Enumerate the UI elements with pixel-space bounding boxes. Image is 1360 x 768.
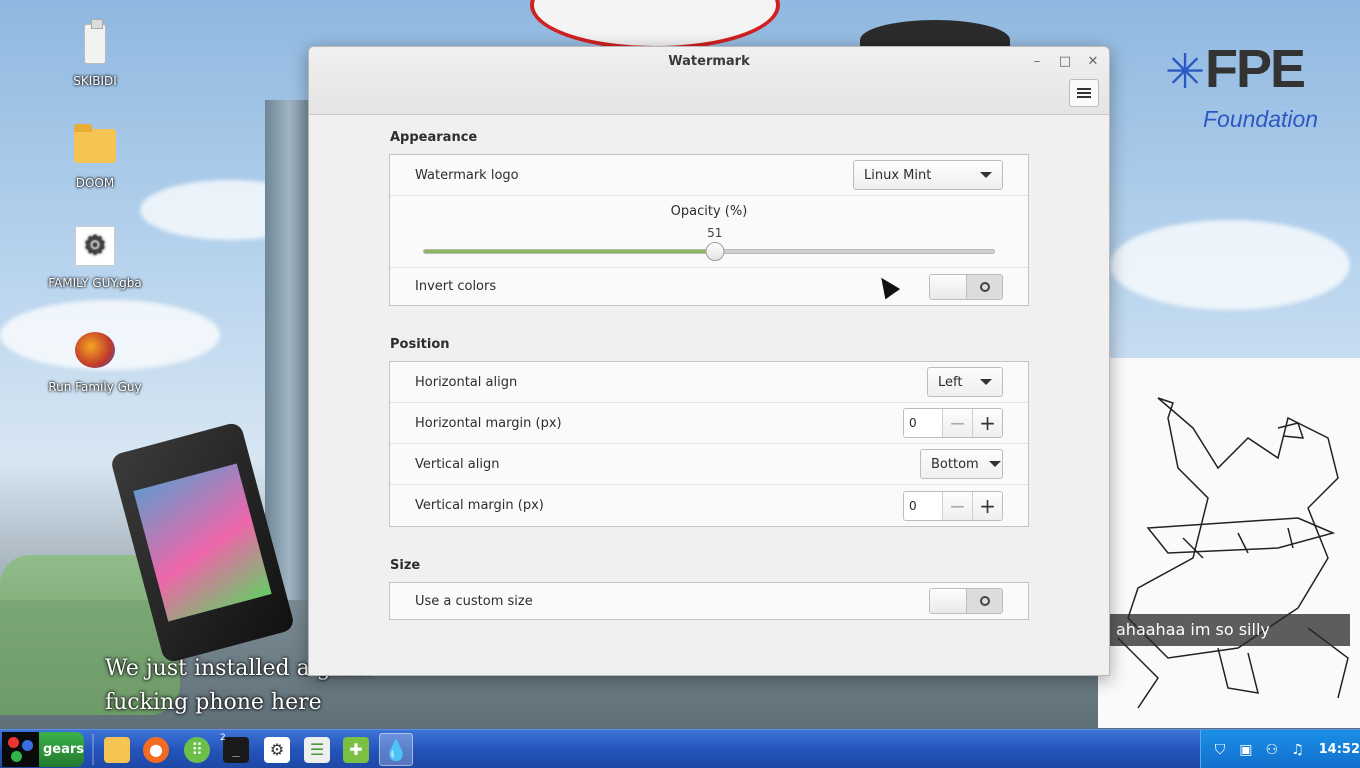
section-title-appearance: Appearance	[390, 130, 478, 145]
horizontal-margin-input[interactable]	[904, 409, 942, 437]
puzzle-icon: ✚	[343, 736, 369, 763]
opacity-slider[interactable]	[423, 242, 995, 261]
settings-gear-icon: ⚙	[73, 224, 117, 268]
horizontal-margin-label: Horizontal margin (px)	[415, 415, 562, 431]
row-horizontal-margin: Horizontal margin (px) − +	[390, 403, 1028, 444]
toggle-settings-icon: ☰	[304, 736, 330, 763]
taskbar-firefox[interactable]: ●	[139, 733, 173, 766]
plus-icon: +	[979, 411, 996, 435]
close-button[interactable]: ✕	[1083, 53, 1103, 71]
desktop-icon-skibidi[interactable]: SKIBIDI	[45, 19, 145, 88]
fpe-star-icon: ✳	[1165, 44, 1206, 100]
maximize-button[interactable]: □	[1055, 53, 1075, 71]
taskbar-terminal[interactable]: _ 2	[219, 733, 253, 766]
horizontal-margin-stepper: − +	[903, 408, 1003, 438]
caption-bar: ahaahaa im so silly	[1110, 614, 1350, 646]
family-guy-icon	[73, 328, 117, 372]
vertical-margin-increment-button[interactable]: +	[972, 491, 1002, 520]
row-custom-size: Use a custom size	[390, 583, 1028, 619]
chevron-down-icon	[980, 379, 992, 385]
horizontal-align-label: Horizontal align	[415, 374, 518, 390]
appearance-frame: Watermark logo Linux Mint Opacity (%) 51…	[389, 154, 1029, 306]
opacity-value: 51	[707, 226, 723, 240]
clipboard-icon[interactable]: ▣	[1235, 739, 1257, 761]
minus-icon: −	[949, 493, 966, 518]
window-title: Watermark	[668, 54, 750, 69]
clock[interactable]: 14:52	[1319, 742, 1360, 757]
hamburger-menu-button[interactable]	[1069, 79, 1099, 107]
minus-icon: −	[949, 411, 966, 435]
wallpaper-red-circle	[530, 0, 780, 50]
start-menu-button[interactable]: gears	[2, 732, 84, 767]
usb-drive-icon	[73, 19, 117, 66]
vertical-align-label: Vertical align	[415, 456, 500, 472]
chevron-down-icon	[988, 461, 1001, 467]
row-horizontal-align: Horizontal align Left	[390, 362, 1028, 403]
vertical-margin-stepper: − +	[903, 490, 1003, 521]
taskbar-extensions[interactable]: ✚	[339, 733, 373, 766]
custom-size-label: Use a custom size	[415, 593, 533, 609]
firefox-icon: ●	[143, 736, 169, 763]
section-title-size: Size	[390, 558, 421, 573]
terminal-badge: 2	[220, 733, 226, 743]
cloud	[1110, 220, 1350, 310]
settings-content: Appearance Watermark logo Linux Mint Opa…	[389, 115, 1029, 620]
opacity-slider-handle[interactable]	[705, 242, 725, 261]
opacity-slider-fill	[424, 250, 715, 253]
vertical-align-dropdown[interactable]: Bottom	[920, 449, 1003, 479]
horizontal-margin-increment-button[interactable]: +	[972, 409, 1002, 437]
hamburger-icon	[1077, 88, 1091, 98]
apps-grid-icon: ⠿	[184, 736, 210, 763]
off-ring-icon	[979, 596, 990, 606]
custom-size-switch[interactable]	[929, 588, 1003, 614]
horizontal-align-dropdown[interactable]: Left	[927, 367, 1003, 397]
opacity-label: Opacity (%)	[670, 204, 748, 219]
row-vertical-align: Vertical align Bottom	[390, 444, 1028, 485]
position-frame: Horizontal align Left Horizontal margin …	[389, 361, 1029, 527]
plus-icon: +	[979, 493, 996, 518]
taskbar: gears ● ⠿ _ 2 ⚙ ☰ ✚ 💧 ⛉ ▣ ⚇ ♫ 14:52	[0, 729, 1360, 768]
network-icon[interactable]: ⚇	[1261, 739, 1283, 761]
sketch-drawing	[1098, 358, 1360, 728]
water-drop-icon: 💧	[383, 737, 409, 762]
vertical-margin-label: Vertical margin (px)	[415, 498, 544, 513]
taskbar-file-manager[interactable]	[100, 733, 134, 766]
taskbar-apps-grid[interactable]: ⠿	[180, 733, 214, 766]
desktop-icon-run-family-guy[interactable]: Run Family Guy	[45, 328, 145, 394]
titlebar[interactable]: Watermark – □ ✕	[309, 47, 1109, 115]
taskbar-settings[interactable]: ⚙	[260, 733, 294, 766]
section-title-position: Position	[390, 337, 450, 352]
row-invert-colors: Invert colors	[390, 268, 1028, 305]
gear-icon: ⚙	[264, 736, 290, 763]
folder-icon	[73, 124, 117, 168]
watermark-logo-label: Watermark logo	[415, 167, 519, 183]
vertical-margin-input[interactable]	[904, 491, 942, 520]
row-watermark-logo: Watermark logo Linux Mint	[390, 155, 1028, 196]
minimize-button[interactable]: –	[1027, 53, 1047, 71]
desktop-icon-family-guy-gba[interactable]: ⚙ FAMILY GUY.gba	[45, 224, 145, 290]
off-ring-icon	[979, 281, 990, 292]
size-frame: Use a custom size	[389, 582, 1029, 620]
music-note-icon[interactable]: ♫	[1287, 739, 1309, 761]
chevron-down-icon	[980, 172, 992, 178]
folder-icon	[104, 736, 130, 763]
watermark-logo-dropdown[interactable]: Linux Mint	[853, 160, 1003, 190]
shield-icon[interactable]: ⛉	[1209, 739, 1231, 761]
fpe-foundation-logo: ✳ FPE Foundation	[1165, 39, 1319, 132]
system-tray: ⛉ ▣ ⚇ ♫ 14:52	[1200, 730, 1360, 768]
vertical-margin-decrement-button[interactable]: −	[942, 491, 972, 520]
invert-colors-label: Invert colors	[415, 279, 497, 294]
gears-logo-icon	[2, 732, 39, 767]
row-vertical-margin: Vertical margin (px) − +	[390, 485, 1028, 526]
watermark-window: Watermark – □ ✕ Appearance Watermark log…	[308, 46, 1110, 676]
taskbar-watermark[interactable]: 💧	[379, 733, 413, 766]
row-opacity: Opacity (%) 51	[390, 196, 1028, 268]
desktop-icon-doom[interactable]: DOOM	[45, 124, 145, 190]
invert-colors-switch[interactable]	[929, 273, 1003, 300]
taskbar-system-settings[interactable]: ☰	[300, 733, 334, 766]
terminal-icon: _	[223, 736, 249, 763]
horizontal-margin-decrement-button[interactable]: −	[942, 409, 972, 437]
